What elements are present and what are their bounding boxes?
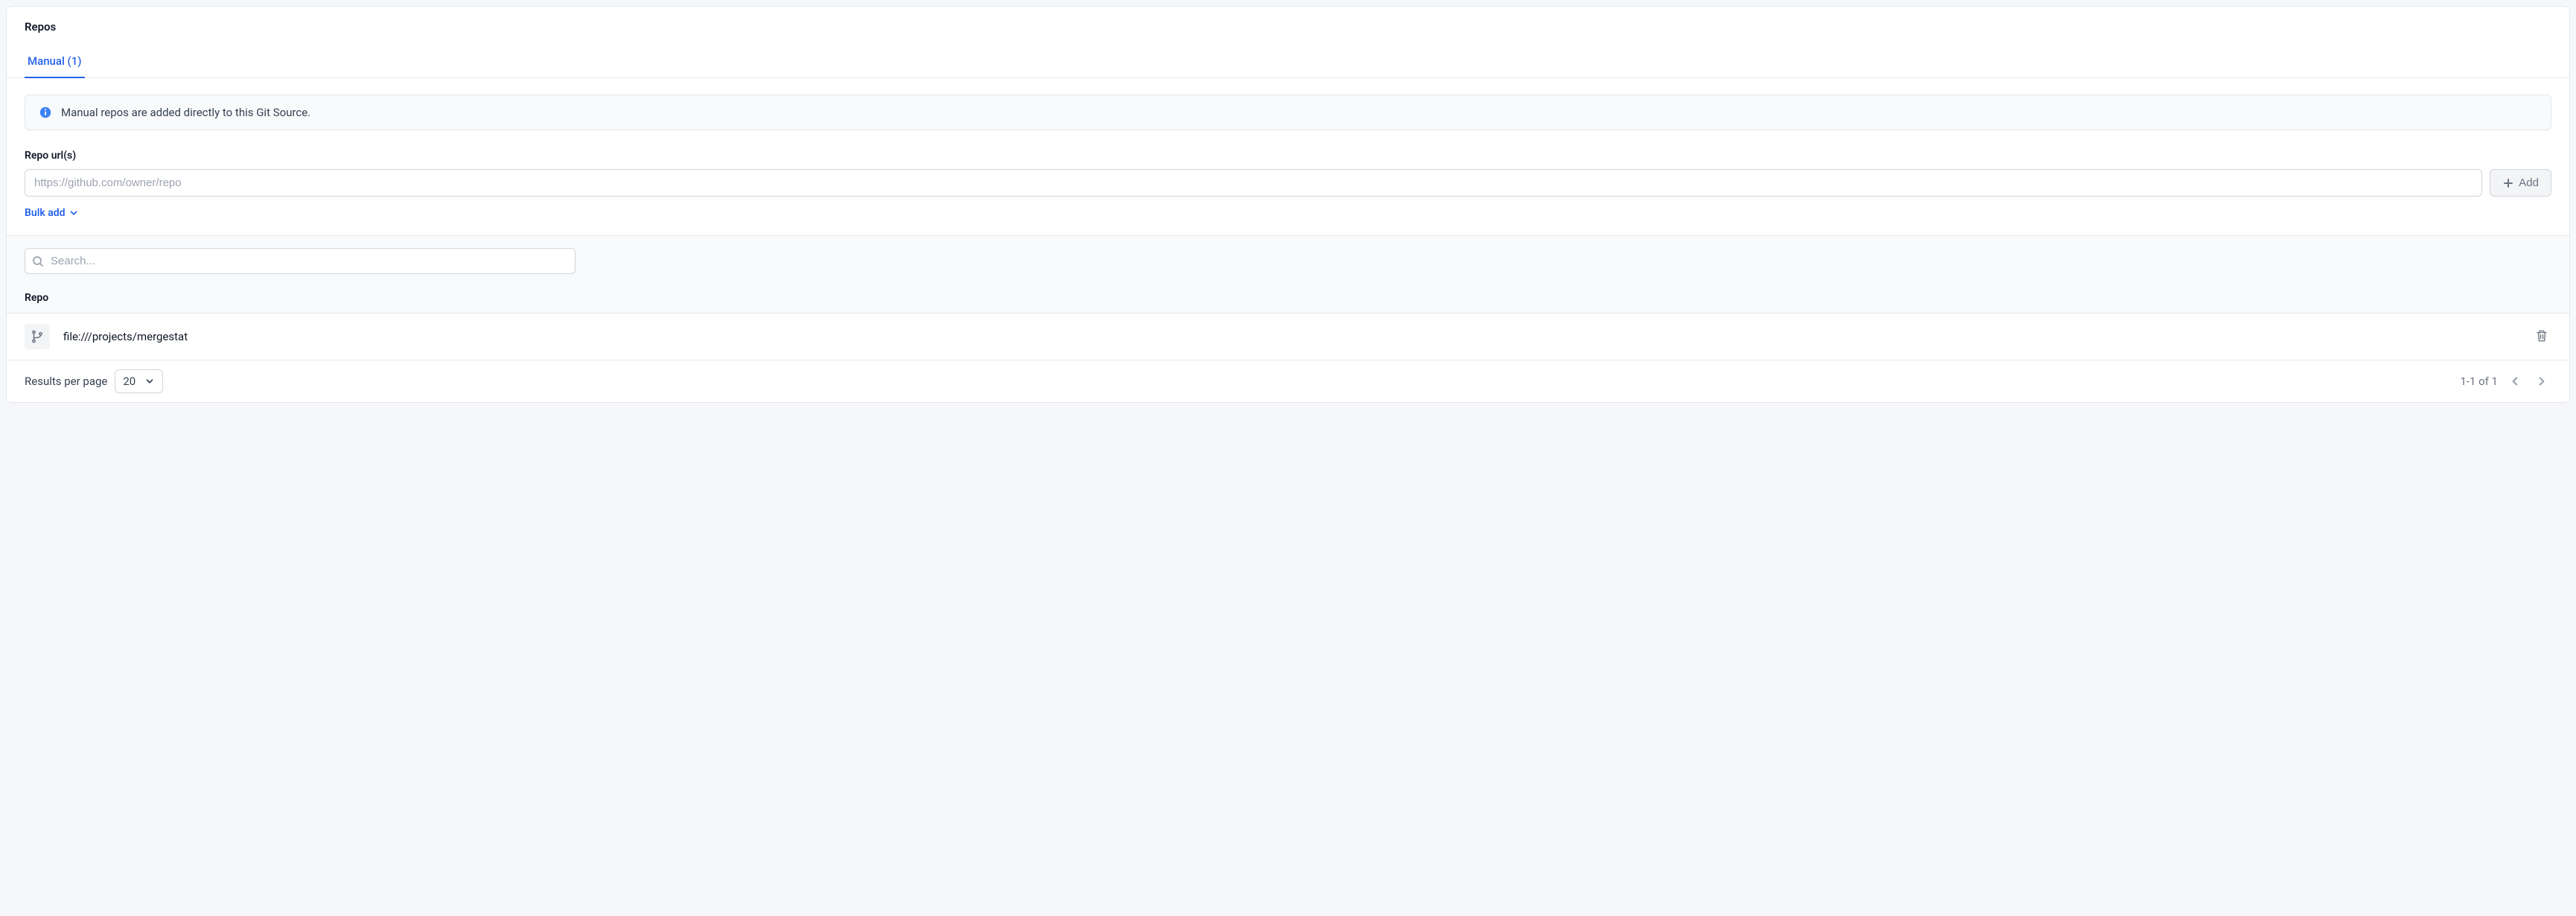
bulk-add-label: Bulk add [25, 207, 66, 219]
tabs: Manual (1) [7, 54, 2569, 78]
chevron-left-icon [2508, 375, 2522, 388]
search-input[interactable] [25, 248, 576, 274]
table-toolbar: Repo [7, 235, 2569, 313]
column-header-repo: Repo [25, 292, 2551, 304]
repo-url-row: Add [25, 169, 2551, 197]
results-per-page-label: Results per page [25, 375, 107, 388]
plus-icon [2502, 177, 2514, 189]
tab-manual[interactable]: Manual (1) [25, 54, 85, 78]
card-header: Repos [7, 7, 2569, 34]
next-page-button[interactable] [2532, 372, 2551, 391]
prev-page-button[interactable] [2505, 372, 2525, 391]
trash-icon [2535, 329, 2548, 343]
chevron-down-icon [144, 376, 155, 387]
repo-url-input[interactable] [25, 169, 2482, 197]
delete-repo-button[interactable] [2532, 326, 2551, 348]
pagination-right: 1-1 of 1 [2460, 372, 2551, 391]
search-wrapper [25, 248, 576, 274]
pagination-left: Results per page 20 [25, 369, 163, 393]
pagination: Results per page 20 1-1 of 1 [7, 360, 2569, 402]
repo-icon-box [25, 324, 50, 349]
chevron-right-icon [2535, 375, 2548, 388]
card-title: Repos [25, 20, 2551, 34]
page-size-value: 20 [123, 375, 136, 388]
add-button-label: Add [2519, 176, 2539, 189]
alert-text: Manual repos are added directly to this … [61, 106, 310, 119]
repo-url-label: Repo url(s) [25, 150, 2551, 162]
page-size-select[interactable]: 20 [115, 369, 163, 393]
table-row: file:///projects/mergestat [7, 313, 2569, 360]
bulk-add-link[interactable]: Bulk add [25, 207, 79, 219]
info-alert: Manual repos are added directly to this … [25, 95, 2551, 130]
add-button[interactable]: Add [2490, 169, 2551, 197]
repos-card: Repos Manual (1) Manual repos are added … [6, 6, 2570, 403]
pagination-range: 1-1 of 1 [2460, 375, 2498, 388]
manual-section: Manual repos are added directly to this … [7, 78, 2569, 235]
chevron-down-icon [68, 208, 79, 218]
info-icon [39, 106, 52, 119]
row-left: file:///projects/mergestat [25, 324, 188, 349]
git-branch-icon [31, 330, 44, 343]
search-icon [32, 255, 44, 267]
repo-path: file:///projects/mergestat [63, 330, 188, 343]
